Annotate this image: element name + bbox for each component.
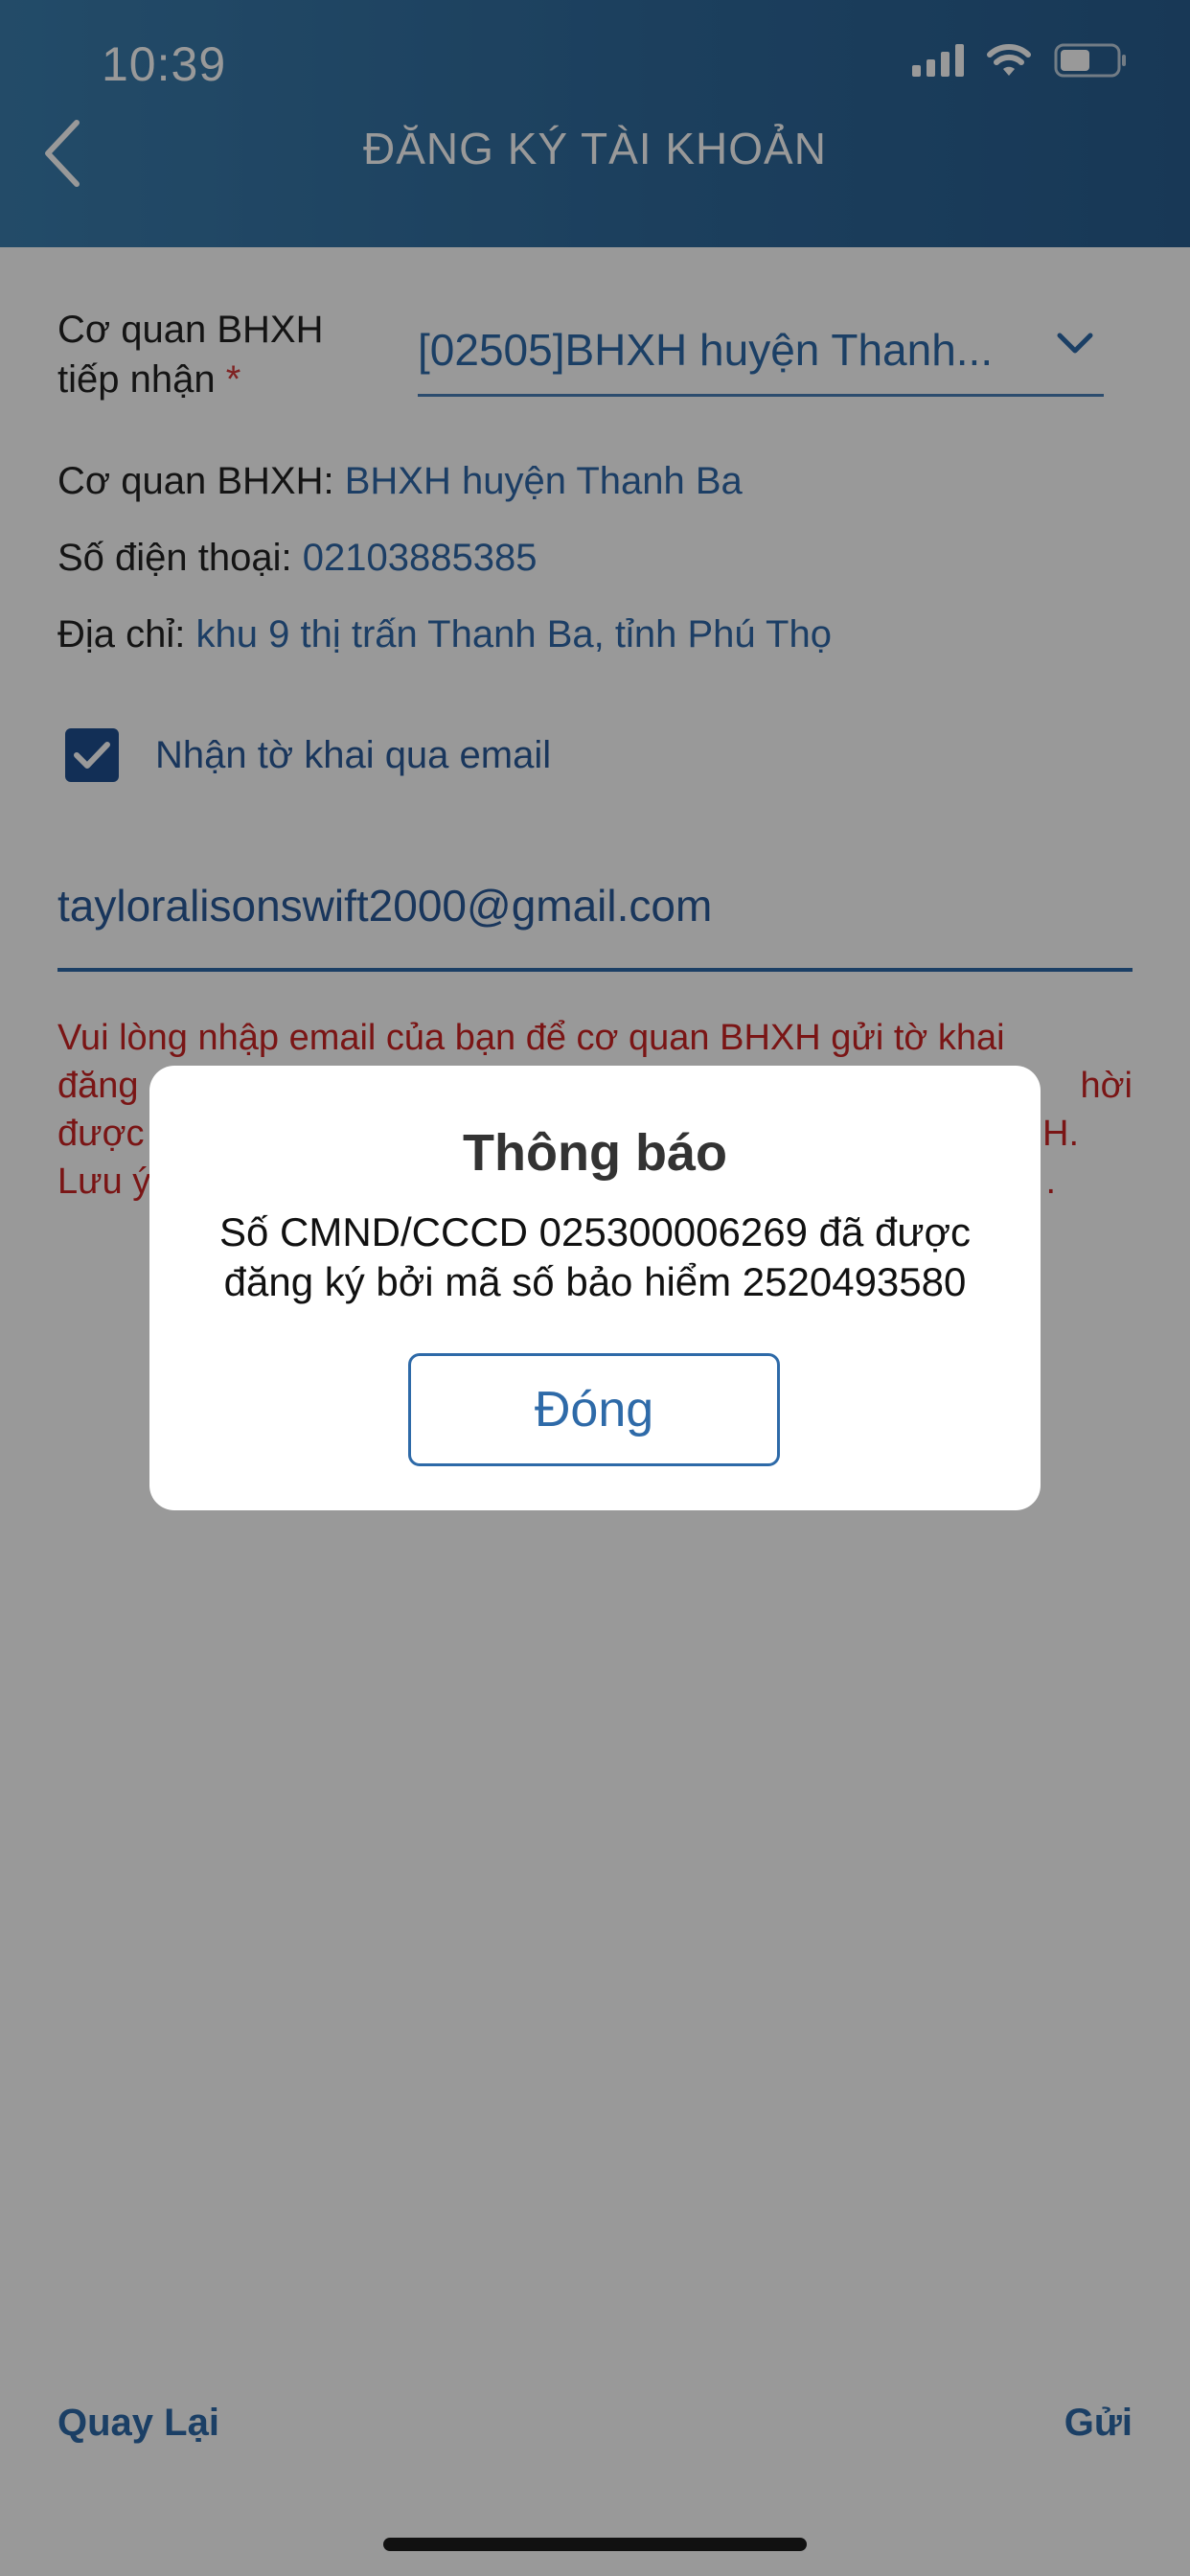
home-indicator[interactable] <box>383 2538 807 2551</box>
dialog-message-line1: Số CMND/CCCD 025300006269 đã được <box>218 1209 972 1254</box>
dialog-title: Thông báo <box>463 1124 727 1182</box>
close-button[interactable]: Đóng <box>408 1353 780 1466</box>
alert-dialog: Thông báo Số CMND/CCCD 025300006269 đã đ… <box>149 1066 1041 1510</box>
dialog-message: Số CMND/CCCD 025300006269 đã được đăng k… <box>188 1208 1002 1307</box>
dialog-message-line2: đăng ký bởi mã số bảo hiểm 2520493580 <box>223 1259 967 1304</box>
